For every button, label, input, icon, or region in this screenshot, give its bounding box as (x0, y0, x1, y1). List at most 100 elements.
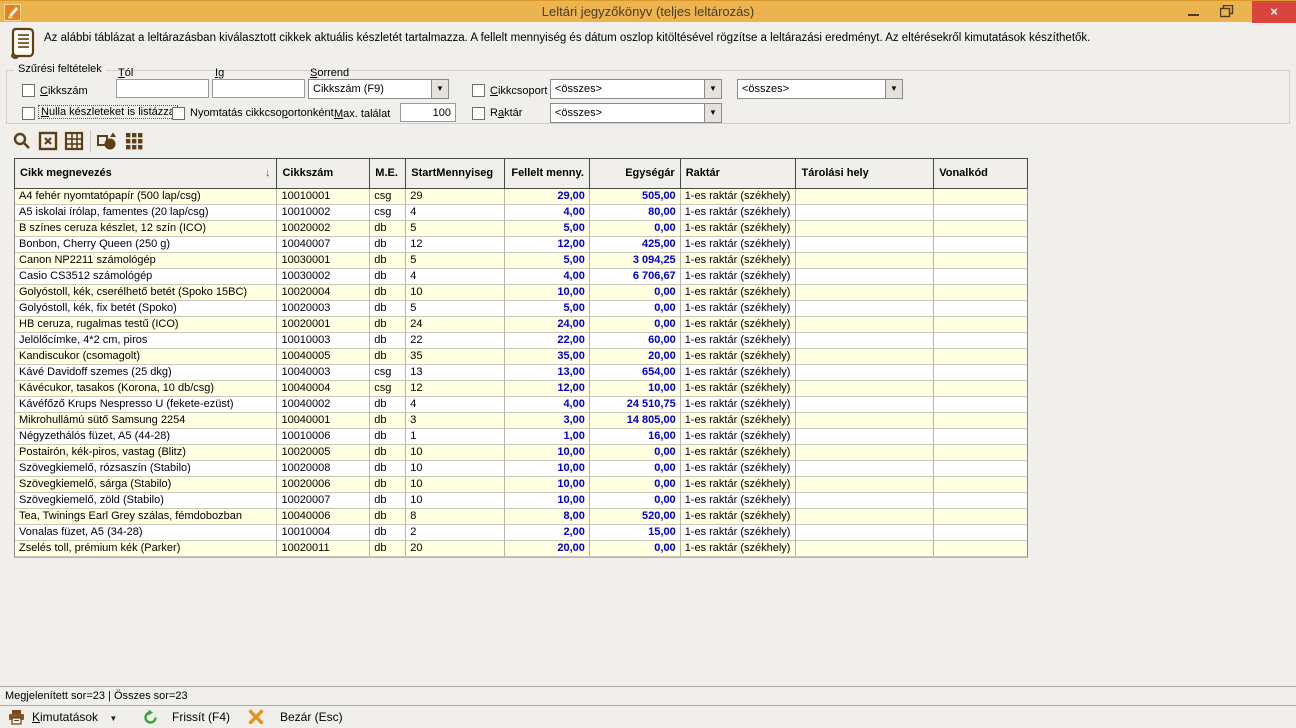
table-row[interactable]: Tea, Twinings Earl Grey szálas, fémdoboz… (15, 509, 1027, 525)
raktar-dropdown[interactable]: <összes> ▼ (550, 103, 722, 123)
column-header[interactable]: Cikk megnevezés↓ (15, 159, 277, 188)
cell-found: 13,00 (505, 365, 590, 381)
column-header[interactable]: Raktár (681, 159, 797, 188)
excel-export-icon[interactable] (38, 131, 60, 151)
block-matrix-icon[interactable] (124, 131, 146, 151)
close-icon: × (1270, 4, 1278, 19)
table-row[interactable]: Jelölőcímke, 4*2 cm, piros10010003db2222… (15, 333, 1027, 349)
cell-start: 4 (406, 205, 505, 221)
cikkcsoport-checkbox-label[interactable]: Cikkcsoport (490, 85, 547, 97)
cell-warehouse: 1-es raktár (székhely) (681, 205, 797, 221)
cell-warehouse: 1-es raktár (székhely) (681, 253, 797, 269)
sorrend-label: Sorrend (310, 67, 349, 79)
chevron-down-icon[interactable]: ▼ (885, 80, 902, 98)
table-row[interactable]: Casio CS3512 számológép10030002db44,006 … (15, 269, 1027, 285)
table-row[interactable]: HB ceruza, rugalmas testű (ICO)10020001d… (15, 317, 1027, 333)
table-row[interactable]: Kávéfőző Krups Nespresso U (fekete-ezüst… (15, 397, 1027, 413)
cell-warehouse: 1-es raktár (székhely) (681, 509, 797, 525)
nyomtatas-checkbox[interactable] (172, 107, 185, 120)
max-talalat-input[interactable] (400, 103, 456, 122)
cikkcsoport-dropdown-2[interactable]: <összes> ▼ (737, 79, 903, 99)
table-row[interactable]: Golyóstoll, kék, cserélhető betét (Spoko… (15, 285, 1027, 301)
max-talalat-label: Max. találat (334, 108, 390, 120)
search-icon[interactable] (12, 131, 34, 151)
table-row[interactable]: Szövegkiemelő, zöld (Stabilo)10020007db1… (15, 493, 1027, 509)
cell-storage (796, 317, 934, 333)
table-row[interactable]: Szövegkiemelő, sárga (Stabilo)10020006db… (15, 477, 1027, 493)
cell-unit: db (370, 413, 406, 429)
table-row[interactable]: A4 fehér nyomtatópapír (500 lap/csg)1001… (15, 189, 1027, 205)
column-header[interactable]: Fellelt menny. (505, 159, 590, 188)
cell-unit: db (370, 525, 406, 541)
nulla-checkbox[interactable] (22, 107, 35, 120)
cell-price: 0,00 (590, 445, 681, 461)
cell-price: 60,00 (590, 333, 681, 349)
cell-unit: csg (370, 381, 406, 397)
table-row[interactable]: A5 iskolai írólap, famentes (20 lap/csg)… (15, 205, 1027, 221)
cell-warehouse: 1-es raktár (székhely) (681, 525, 797, 541)
table-grid-icon[interactable] (64, 131, 86, 151)
table-row[interactable]: Kávécukor, tasakos (Korona, 10 db/csg)10… (15, 381, 1027, 397)
cell-start: 3 (406, 413, 505, 429)
nulla-checkbox-label[interactable]: Nulla készleteket is listázza (38, 105, 178, 119)
minimize-button[interactable] (1180, 1, 1208, 23)
cikkcsoport-checkbox[interactable] (472, 84, 485, 97)
cell-barcode (934, 205, 1027, 221)
cell-code: 10020002 (277, 221, 370, 237)
table-row[interactable]: Szövegkiemelő, rózsaszín (Stabilo)100200… (15, 461, 1027, 477)
column-header[interactable]: Cikkszám (277, 159, 370, 188)
cell-warehouse: 1-es raktár (székhely) (681, 413, 797, 429)
chevron-down-icon[interactable]: ▼ (704, 104, 721, 122)
raktar-checkbox[interactable] (472, 107, 485, 120)
cell-found: 5,00 (505, 253, 590, 269)
kimutatasok-button[interactable]: Kimutatások ▼ (32, 707, 117, 728)
column-header[interactable]: Tárolási hely (796, 159, 934, 188)
nyomtatas-checkbox-label[interactable]: Nyomtatás cikkcsoportonként (190, 107, 334, 119)
cell-start: 10 (406, 285, 505, 301)
column-header-label: StartMennyiseg (411, 167, 493, 179)
cikkcsoport-dropdown-1[interactable]: <összes> ▼ (550, 79, 722, 99)
restore-button[interactable] (1212, 1, 1242, 23)
cell-storage (796, 189, 934, 205)
column-header[interactable]: Egységár (590, 159, 681, 188)
table-row[interactable]: Kandiscukor (csomagolt)10040005db3535,00… (15, 349, 1027, 365)
table-row[interactable]: Mikrohullámú sütő Samsung 225410040001db… (15, 413, 1027, 429)
table-row[interactable]: Golyóstoll, kék, fix betét (Spoko)100200… (15, 301, 1027, 317)
cikkszam-checkbox-label[interactable]: Cikkszám (40, 85, 88, 97)
column-header[interactable]: StartMennyiseg (406, 159, 505, 188)
cell-price: 0,00 (590, 493, 681, 509)
chevron-down-icon[interactable]: ▼ (431, 80, 448, 98)
sorrend-dropdown[interactable]: Cikkszám (F9) ▼ (308, 79, 449, 99)
tol-input[interactable] (116, 79, 209, 98)
cell-found: 22,00 (505, 333, 590, 349)
table-row[interactable]: Vonalas füzet, A5 (34-28)10010004db22,00… (15, 525, 1027, 541)
cell-storage (796, 269, 934, 285)
column-header[interactable]: M.E. (370, 159, 406, 188)
table-row[interactable]: Postairón, kék-piros, vastag (Blitz)1002… (15, 445, 1027, 461)
frissit-button[interactable]: Frissít (F4) (172, 707, 230, 728)
table-row[interactable]: Zselés toll, prémium kék (Parker)1002001… (15, 541, 1027, 557)
cell-found: 8,00 (505, 509, 590, 525)
cell-found: 10,00 (505, 285, 590, 301)
cell-price: 0,00 (590, 301, 681, 317)
table-row[interactable]: Canon NP2211 számológép10030001db55,003 … (15, 253, 1027, 269)
bezar-button[interactable]: Bezár (Esc) (280, 707, 343, 728)
cell-storage (796, 237, 934, 253)
raktar-checkbox-label[interactable]: Raktár (490, 107, 522, 119)
close-button[interactable]: × (1252, 1, 1296, 23)
cell-warehouse: 1-es raktár (székhely) (681, 461, 797, 477)
cell-found: 10,00 (505, 461, 590, 477)
cell-barcode (934, 509, 1027, 525)
table-row[interactable]: B színes ceruza készlet, 12 szín (ICO)10… (15, 221, 1027, 237)
app-window: Leltári jegyzőkönyv (teljes leltározás) … (0, 0, 1296, 728)
table-row[interactable]: Bonbon, Cherry Queen (250 g)10040007db12… (15, 237, 1027, 253)
product-shapes-icon[interactable] (96, 131, 118, 151)
ig-input[interactable] (212, 79, 305, 98)
column-header[interactable]: Vonalkód (934, 159, 1027, 188)
cell-code: 10040005 (277, 349, 370, 365)
table-row[interactable]: Kávé Davidoff szemes (25 dkg)10040003csg… (15, 365, 1027, 381)
chevron-down-icon[interactable]: ▼ (704, 80, 721, 98)
table-row[interactable]: Négyzethálós füzet, A5 (44-28)10010006db… (15, 429, 1027, 445)
cell-storage (796, 365, 934, 381)
cikkszam-checkbox[interactable] (22, 84, 35, 97)
